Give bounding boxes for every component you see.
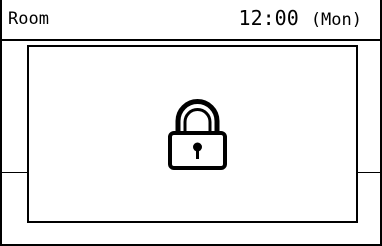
device-screen: Room 12:00 (Mon) <box>0 0 382 246</box>
divider-line-right <box>358 172 380 173</box>
lock-dialog[interactable] <box>27 45 358 223</box>
status-header: Room 12:00 (Mon) <box>2 0 380 41</box>
clock-display: 12:00 (Mon) <box>239 7 362 31</box>
lock-icon <box>168 99 227 170</box>
clock-time: 12:00 <box>238 6 299 30</box>
divider-line-left <box>2 172 27 173</box>
clock-day: (Mon) <box>310 10 362 30</box>
room-label: Room <box>8 9 49 29</box>
